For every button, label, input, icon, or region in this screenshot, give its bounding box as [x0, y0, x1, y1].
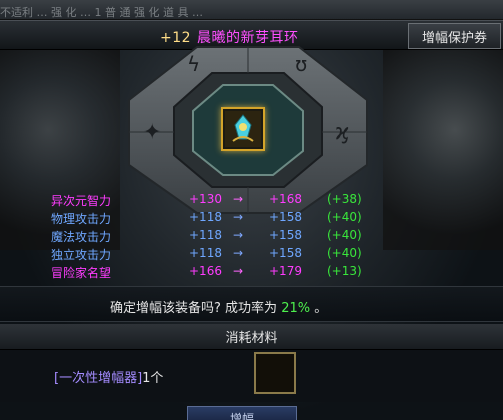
stat-to: +158 — [269, 228, 302, 242]
stat-name: 冒险家名望 — [51, 266, 112, 280]
stat-row: 物理攻击力 +118 → +158 (+40) — [0, 210, 503, 228]
stat-to: +158 — [269, 210, 302, 224]
svg-text:ʊ: ʊ — [295, 52, 307, 76]
stat-diff: (+40) — [327, 210, 362, 224]
material-slot[interactable] — [254, 352, 296, 394]
stat-to: +158 — [269, 246, 302, 260]
stat-row: 独立攻击力 +118 → +158 (+40) — [0, 246, 503, 264]
stat-arrow-icon: → — [233, 264, 244, 278]
stat-arrow-icon: → — [233, 192, 244, 206]
stat-name: 独立攻击力 — [51, 248, 112, 262]
stat-to: +168 — [269, 192, 302, 206]
stat-from: +130 — [189, 192, 222, 206]
svg-text:ϗ: ϗ — [335, 120, 350, 145]
protection-ticket-button[interactable]: 增幅保护券 — [408, 23, 501, 49]
material-count: 1个 — [142, 371, 164, 386]
material-name: [一次性增幅器] — [54, 371, 143, 386]
earring-item-icon — [225, 111, 261, 147]
stat-name: 魔法攻击力 — [51, 230, 112, 244]
stat-diff: (+40) — [327, 228, 362, 242]
confirm-prefix: 确定增幅该装备吗? 成功率为 — [110, 301, 278, 316]
stat-from: +118 — [189, 246, 222, 260]
item-slot[interactable] — [221, 107, 265, 151]
stat-to: +179 — [269, 264, 302, 278]
stat-arrow-icon: → — [233, 228, 244, 242]
success-rate: 21% — [281, 301, 311, 316]
stat-arrow-icon: → — [233, 210, 244, 224]
stat-from: +166 — [189, 264, 222, 278]
stat-diff: (+13) — [327, 264, 362, 278]
confirm-bar: 确定增幅该装备吗? 成功率为 21% 。 — [0, 286, 503, 322]
stat-diff: (+40) — [327, 246, 362, 260]
confirm-suffix: 。 — [314, 301, 328, 316]
stat-list: 异次元智力 +130 → +168 (+38) 物理攻击力 +118 → +158 (+40) 魔法… — [0, 192, 503, 285]
materials-header: 消耗材料 — [0, 324, 503, 350]
stat-from: +118 — [189, 228, 222, 242]
stat-row: 异次元智力 +130 → +168 (+38) — [0, 192, 503, 210]
stat-arrow-icon: → — [233, 246, 244, 260]
stat-row: 魔法攻击力 +118 → +158 (+40) — [0, 228, 503, 246]
stat-name: 异次元智力 — [51, 194, 112, 208]
confirm-text: 确定增幅该装备吗? 成功率为 21% 。 — [110, 297, 327, 316]
stat-diff: (+38) — [327, 192, 362, 206]
item-name: 晨曦的新芽耳环 — [197, 30, 299, 46]
svg-text:ϟ: ϟ — [187, 52, 200, 76]
material-item: [一次性增幅器]1个 — [54, 367, 163, 386]
item-title: +12 晨曦的新芽耳环 — [160, 27, 299, 47]
top-strip-text: 不适利 … 强 化 … 1 普 通 强 化 道 具 … — [0, 6, 203, 19]
materials-panel: [一次性增幅器]1个 — [0, 350, 503, 402]
top-strip: 不适利 … 强 化 … 1 普 通 强 化 道 具 … — [0, 0, 503, 20]
stat-name: 物理攻击力 — [51, 212, 112, 226]
amplify-button[interactable]: 增幅 — [187, 406, 297, 420]
svg-text:✦: ✦ — [143, 120, 161, 145]
enhance-level: +12 — [160, 30, 192, 46]
stat-row: 冒险家名望 +166 → +179 (+13) — [0, 264, 503, 282]
stat-from: +118 — [189, 210, 222, 224]
